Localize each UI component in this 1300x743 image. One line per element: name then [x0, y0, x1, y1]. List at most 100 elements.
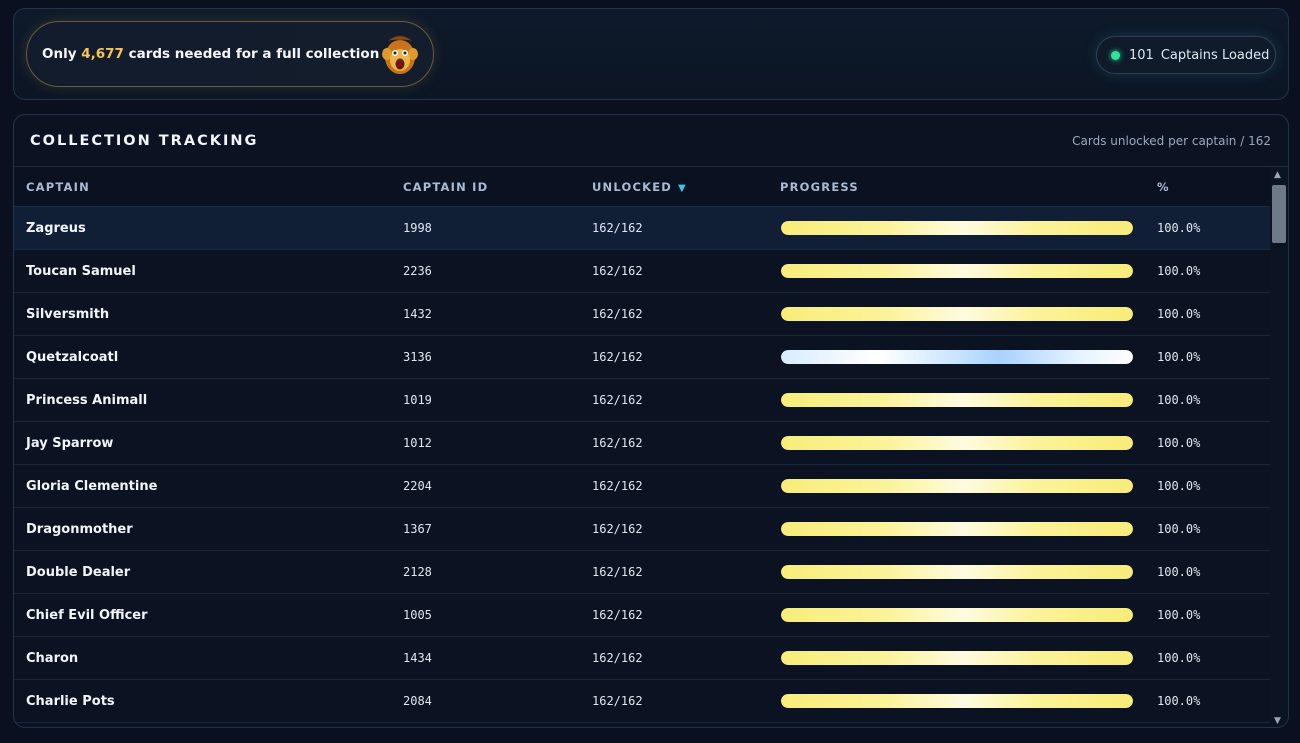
table-row[interactable]: Dragonmother 1367 162/162 100.0% — [14, 508, 1272, 551]
captains-loaded-label: Captains Loaded — [1160, 47, 1270, 63]
column-header-captain-id[interactable]: CAPTAIN ID — [403, 180, 488, 194]
table-row[interactable]: Chief Evil Officer 1005 162/162 100.0% — [14, 594, 1272, 637]
captain-name: Silversmith — [26, 307, 110, 322]
percent-value: 100.0% — [1157, 651, 1201, 665]
collection-promo-pill: Only 4,677 cards needed for a full colle… — [26, 21, 434, 87]
progress-fill — [781, 393, 1133, 407]
column-header-percent[interactable]: % — [1157, 180, 1170, 194]
progress-fill — [781, 565, 1133, 579]
table-row[interactable]: Quetzalcoatl 3136 162/162 100.0% — [14, 336, 1272, 379]
progress-fill — [781, 651, 1133, 665]
captain-id: 2084 — [403, 694, 432, 708]
table-row[interactable]: Toucan Samuel 2236 162/162 100.0% — [14, 250, 1272, 293]
progress-bar — [781, 221, 1133, 235]
captain-id: 1005 — [403, 608, 432, 622]
captain-name: Princess Animall — [26, 393, 148, 408]
scroll-up-icon[interactable]: ▲ — [1274, 170, 1281, 180]
progress-bar — [781, 565, 1133, 579]
captain-id: 1367 — [403, 522, 432, 536]
captain-id: 3136 — [403, 350, 432, 364]
percent-value: 100.0% — [1157, 522, 1201, 536]
top-bar: Only 4,677 cards needed for a full colle… — [13, 8, 1289, 100]
table-row[interactable]: Zagreus 1998 162/162 100.0% — [14, 207, 1272, 250]
scroll-down-icon[interactable]: ▼ — [1274, 716, 1281, 726]
captain-name: Double Dealer — [26, 565, 131, 580]
captain-id: 1019 — [403, 393, 432, 407]
captains-loaded-count: 101 — [1129, 47, 1154, 63]
captain-id: 2128 — [403, 565, 432, 579]
captain-name: Dragonmother — [26, 522, 133, 537]
unlocked-count: 162/162 — [592, 436, 643, 450]
progress-bar — [781, 479, 1133, 493]
progress-fill — [781, 221, 1133, 235]
percent-value: 100.0% — [1157, 307, 1201, 321]
panel-subtitle: Cards unlocked per captain / 162 — [1072, 133, 1271, 148]
collection-tracking-panel: COLLECTION TRACKING Cards unlocked per c… — [13, 114, 1289, 728]
captain-name: Quetzalcoatl — [26, 350, 119, 365]
progress-bar — [781, 264, 1133, 278]
percent-value: 100.0% — [1157, 694, 1201, 708]
table-row[interactable]: Double Dealer 2128 162/162 100.0% — [14, 551, 1272, 594]
progress-fill — [781, 479, 1133, 493]
percent-value: 100.0% — [1157, 393, 1201, 407]
percent-value: 100.0% — [1157, 436, 1201, 450]
promo-text: Only 4,677 cards needed for a full colle… — [42, 46, 379, 62]
unlocked-count: 162/162 — [592, 651, 643, 665]
unlocked-count: 162/162 — [592, 350, 643, 364]
captain-id: 1434 — [403, 651, 432, 665]
captain-name: Chief Evil Officer — [26, 608, 148, 623]
unlocked-count: 162/162 — [592, 608, 643, 622]
progress-bar — [781, 522, 1133, 536]
table-row[interactable]: Jay Sparrow 1012 162/162 100.0% — [14, 422, 1272, 465]
unlocked-count: 162/162 — [592, 694, 643, 708]
table-body: Zagreus 1998 162/162 100.0% Toucan Samuel 223… — [14, 207, 1288, 723]
scroll-thumb[interactable] — [1272, 185, 1286, 243]
captain-name: Charon — [26, 651, 79, 666]
progress-fill — [781, 436, 1133, 450]
column-header-progress[interactable]: PROGRESS — [780, 180, 859, 194]
progress-bar — [781, 393, 1133, 407]
sort-desc-icon: ▼ — [678, 182, 687, 194]
progress-fill — [781, 350, 1133, 364]
table-row[interactable]: Charlie Pots 2084 162/162 100.0% — [14, 680, 1272, 723]
percent-value: 100.0% — [1157, 264, 1201, 278]
progress-bar — [781, 694, 1133, 708]
percent-value: 100.0% — [1157, 608, 1201, 622]
table-scrollbar[interactable]: ▲ ▼ — [1270, 167, 1288, 727]
percent-value: 100.0% — [1157, 350, 1201, 364]
unlocked-count: 162/162 — [592, 479, 643, 493]
captain-id: 1998 — [403, 221, 432, 235]
progress-bar — [781, 307, 1133, 321]
column-header-unlocked-label: UNLOCKED — [592, 179, 673, 194]
unlocked-count: 162/162 — [592, 307, 643, 321]
captain-id: 2236 — [403, 264, 432, 278]
progress-fill — [781, 608, 1133, 622]
unlocked-count: 162/162 — [592, 565, 643, 579]
column-header-captain[interactable]: CAPTAIN — [26, 180, 90, 194]
table-row[interactable]: Gloria Clementine 2204 162/162 100.0% — [14, 465, 1272, 508]
panel-title: COLLECTION TRACKING — [30, 132, 259, 149]
progress-bar — [781, 350, 1133, 364]
table-row[interactable]: Silversmith 1432 162/162 100.0% — [14, 293, 1272, 336]
progress-bar — [781, 436, 1133, 450]
captain-name: Jay Sparrow — [26, 436, 114, 451]
table-row[interactable]: Charon 1434 162/162 100.0% — [14, 637, 1272, 680]
promo-suffix: cards needed for a full collection — [128, 46, 380, 62]
promo-prefix: Only — [42, 46, 77, 62]
unlocked-count: 162/162 — [592, 221, 643, 235]
table-row[interactable]: Princess Animall 1019 162/162 100.0% — [14, 379, 1272, 422]
captain-name: Zagreus — [26, 221, 86, 236]
captains-loaded-badge: 101 Captains Loaded — [1096, 36, 1276, 74]
percent-value: 100.0% — [1157, 565, 1201, 579]
progress-bar — [781, 608, 1133, 622]
captain-id: 2204 — [403, 479, 432, 493]
monkey-avatar-icon — [382, 36, 418, 74]
progress-fill — [781, 307, 1133, 321]
percent-value: 100.0% — [1157, 479, 1201, 493]
progress-bar — [781, 651, 1133, 665]
progress-fill — [781, 694, 1133, 708]
column-header-unlocked[interactable]: UNLOCKED ▼ — [592, 180, 687, 194]
panel-header: COLLECTION TRACKING Cards unlocked per c… — [14, 115, 1288, 167]
status-dot-icon — [1111, 50, 1120, 60]
captain-id: 1012 — [403, 436, 432, 450]
